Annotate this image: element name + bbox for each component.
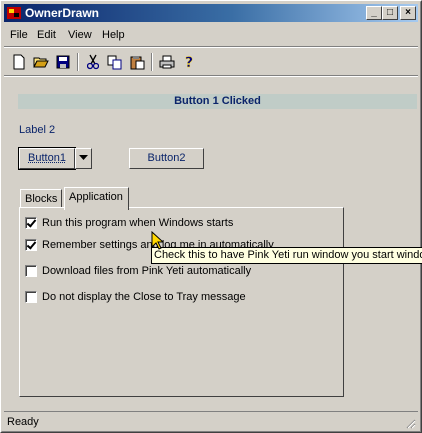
checkbox-run-on-startup[interactable] xyxy=(25,217,37,229)
maximize-button[interactable]: □ xyxy=(382,6,398,20)
help-icon[interactable]: ? xyxy=(179,52,199,72)
cut-icon[interactable] xyxy=(83,52,103,72)
checkbox-remember-settings[interactable] xyxy=(25,239,37,251)
tab-blocks[interactable]: Blocks xyxy=(20,189,63,207)
mouse-cursor-icon xyxy=(151,231,163,250)
checkbox-close-to-tray[interactable] xyxy=(25,291,37,303)
menu-file[interactable]: File xyxy=(10,29,28,41)
menu-help[interactable]: Help xyxy=(102,29,125,41)
toolbar-separator xyxy=(77,53,79,71)
tab-application[interactable]: Application xyxy=(64,187,129,210)
close-button[interactable]: × xyxy=(400,6,416,20)
button2[interactable]: Button2 xyxy=(129,148,204,169)
menu-view[interactable]: View xyxy=(68,29,92,41)
chevron-down-icon xyxy=(79,155,88,160)
toolbar-separator xyxy=(151,53,153,71)
option-download-files[interactable]: Download files from Pink Yeti automatica… xyxy=(25,263,251,279)
button1[interactable]: Button1 xyxy=(18,147,76,170)
copy-icon[interactable] xyxy=(105,52,125,72)
app-window: OwnerDrawn _ □ × File Edit View Help ? B… xyxy=(0,0,422,433)
option-label: Do not display the Close to Tray message xyxy=(42,291,246,303)
status-banner: Button 1 Clicked xyxy=(18,94,417,109)
button1-label: Button1 xyxy=(28,152,66,164)
option-label: Download files from Pink Yeti automatica… xyxy=(42,265,252,277)
app-icon xyxy=(7,7,21,19)
button1-dropdown-arrow[interactable] xyxy=(75,148,92,169)
resize-grip-icon[interactable] xyxy=(404,417,416,429)
toolbar-border xyxy=(4,75,418,77)
status-text: Ready xyxy=(7,416,39,428)
tooltip: Check this to have Pink Yeti run window … xyxy=(151,247,422,264)
window-title: OwnerDrawn xyxy=(25,6,100,20)
new-file-icon[interactable] xyxy=(9,52,29,72)
toolbar: ? xyxy=(4,49,418,75)
option-close-to-tray[interactable]: Do not display the Close to Tray message xyxy=(25,289,246,305)
paste-icon[interactable] xyxy=(127,52,147,72)
label-2: Label 2 xyxy=(19,124,56,136)
menu-separator xyxy=(4,46,418,48)
save-icon[interactable] xyxy=(53,52,73,72)
checkbox-download-files[interactable] xyxy=(25,265,37,277)
menu-bar: File Edit View Help xyxy=(4,25,418,45)
option-label: Run this program when Windows starts xyxy=(42,217,234,229)
minimize-button[interactable]: _ xyxy=(366,6,382,20)
print-icon[interactable] xyxy=(157,52,177,72)
option-run-on-startup[interactable]: Run this program when Windows starts xyxy=(25,215,233,231)
title-bar[interactable]: OwnerDrawn _ □ × xyxy=(4,4,418,22)
menu-edit[interactable]: Edit xyxy=(37,29,56,41)
open-folder-icon[interactable] xyxy=(31,52,51,72)
status-bar: Ready xyxy=(4,411,418,431)
svg-text:?: ? xyxy=(185,55,193,70)
